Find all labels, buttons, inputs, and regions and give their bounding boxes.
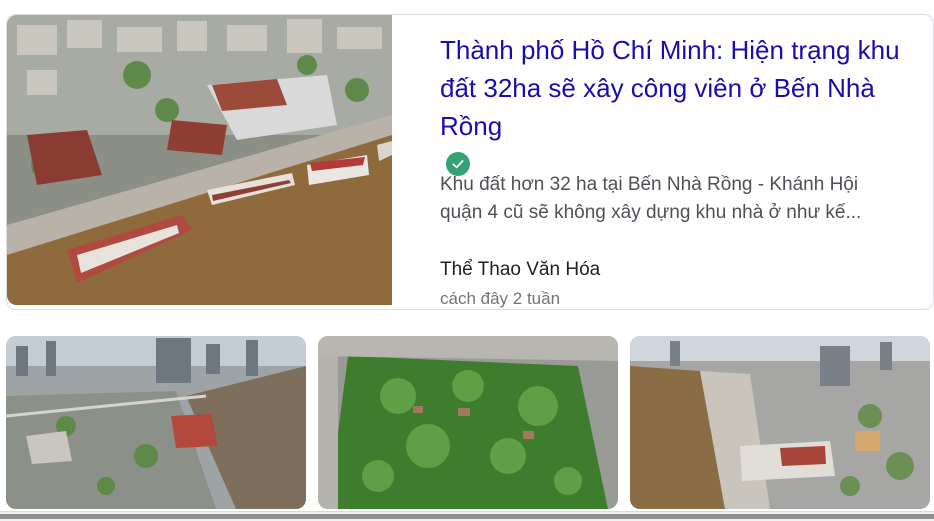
thumbnail-image-2[interactable] <box>318 336 618 509</box>
aerial-riverside-docks-image <box>630 336 930 509</box>
thumbnail-image-3[interactable] <box>630 336 930 509</box>
published-time: cách đây 2 tuần <box>440 289 561 308</box>
snippet-line-2: quận 4 cũ sẽ không xây dựng khu nhà ở nh… <box>440 202 862 223</box>
result-snippet: Khu đất hơn 32 ha tại Bến Nhà Rồng - Khá… <box>440 171 900 227</box>
aerial-green-park-image <box>318 336 618 509</box>
news-result-card[interactable]: Thành phố Hồ Chí Minh: Hiện trạng khu đấ… <box>6 14 934 310</box>
aerial-port-image <box>7 15 392 305</box>
source-name: Thể Thao Văn Hóa <box>440 259 601 280</box>
result-hero-image[interactable] <box>7 15 392 305</box>
scrollbar-thumb[interactable] <box>0 514 934 519</box>
thumbnail-image-1[interactable] <box>6 336 306 509</box>
result-headline-link[interactable]: Thành phố Hồ Chí Minh: Hiện trạng khu đấ… <box>440 31 920 145</box>
snippet-line-1: Khu đất hơn 32 ha tại Bến Nhà Rồng - Khá… <box>440 174 859 195</box>
horizontal-scrollbar[interactable] <box>0 511 934 521</box>
aerial-city-river-image <box>6 336 306 509</box>
